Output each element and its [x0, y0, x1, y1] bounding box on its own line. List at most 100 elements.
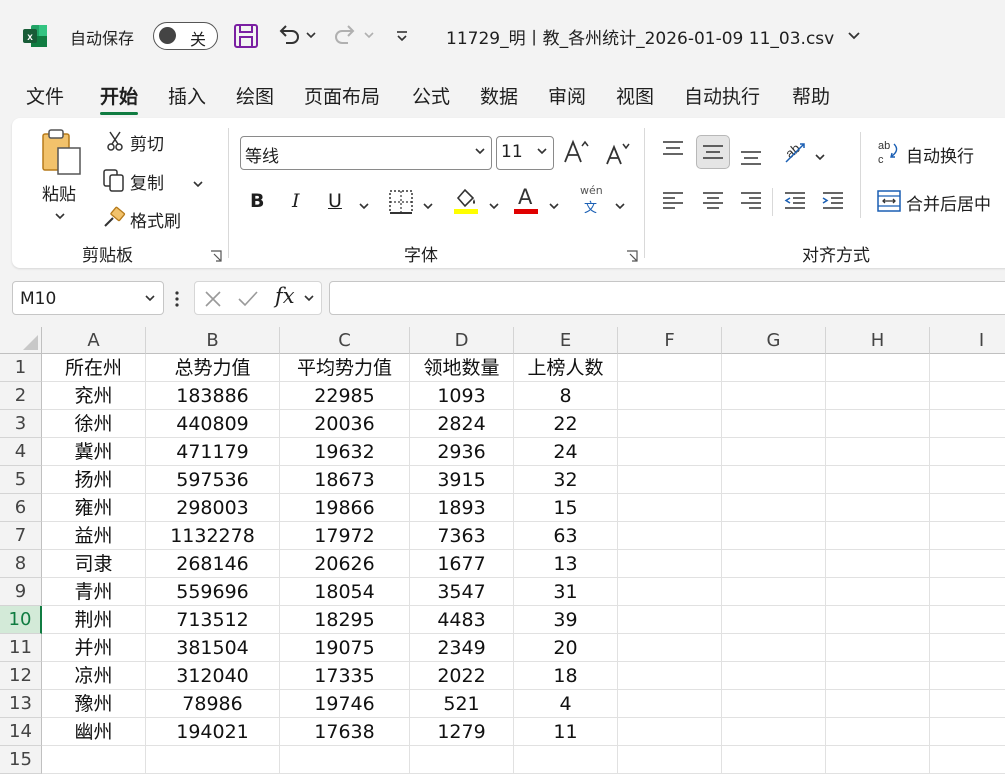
align-center-icon[interactable]	[700, 188, 726, 214]
row-header-6[interactable]: 6	[0, 494, 42, 522]
scissors-icon[interactable]	[104, 130, 126, 152]
copy-icon[interactable]	[102, 168, 126, 192]
clipboard-launcher-icon[interactable]	[210, 247, 222, 262]
font-name-select[interactable]: 等线	[240, 136, 492, 170]
cell-a9[interactable]: 青州	[42, 578, 146, 606]
more-options-icon[interactable]	[174, 289, 180, 309]
align-left-icon[interactable]	[660, 188, 686, 214]
cell-d5[interactable]: 3915	[410, 466, 514, 494]
cell-e9[interactable]: 31	[514, 578, 618, 606]
tab-draw[interactable]: 绘图	[236, 82, 274, 109]
select-all-corner[interactable]	[0, 327, 42, 354]
cell-c9[interactable]: 18054	[280, 578, 410, 606]
cell-a10[interactable]: 荆州	[42, 606, 146, 634]
cell-d14[interactable]: 1279	[410, 718, 514, 746]
column-header-a[interactable]: A	[42, 327, 146, 354]
cell-c8[interactable]: 20626	[280, 550, 410, 578]
format-painter-icon[interactable]	[102, 206, 126, 230]
borders-icon[interactable]	[388, 189, 414, 215]
cell-b4[interactable]: 471179	[146, 438, 280, 466]
font-size-select[interactable]: 11	[496, 136, 554, 170]
column-header-h[interactable]: H	[826, 327, 930, 354]
cell-i1[interactable]	[930, 354, 1005, 382]
wrap-text-icon[interactable]: ab c	[876, 138, 902, 166]
cell-c14[interactable]: 17638	[280, 718, 410, 746]
cell-a8[interactable]: 司隶	[42, 550, 146, 578]
cell-b9[interactable]: 559696	[146, 578, 280, 606]
cell-h3[interactable]	[826, 410, 930, 438]
cell-g8[interactable]	[722, 550, 826, 578]
tab-automate[interactable]: 自动执行	[684, 82, 760, 109]
middle-align-icon[interactable]	[696, 135, 730, 169]
cell-b10[interactable]: 713512	[146, 606, 280, 634]
cell-a7[interactable]: 益州	[42, 522, 146, 550]
cell-e1[interactable]: 上榜人数	[514, 354, 618, 382]
cell-b7[interactable]: 1132278	[146, 522, 280, 550]
merge-center-icon[interactable]	[876, 188, 902, 214]
cell-i6[interactable]	[930, 494, 1005, 522]
cell-a6[interactable]: 雍州	[42, 494, 146, 522]
cell-f15[interactable]	[618, 746, 722, 774]
cell-a11[interactable]: 并州	[42, 634, 146, 662]
cell-i10[interactable]	[930, 606, 1005, 634]
name-box[interactable]: M10	[12, 281, 164, 315]
decrease-indent-icon[interactable]	[782, 188, 808, 214]
cell-f3[interactable]	[618, 410, 722, 438]
cell-g6[interactable]	[722, 494, 826, 522]
cell-f6[interactable]	[618, 494, 722, 522]
cell-h7[interactable]	[826, 522, 930, 550]
row-header-2[interactable]: 2	[0, 382, 42, 410]
cell-h10[interactable]	[826, 606, 930, 634]
cell-f9[interactable]	[618, 578, 722, 606]
undo-dropdown-icon[interactable]	[305, 27, 317, 41]
cell-b5[interactable]: 597536	[146, 466, 280, 494]
column-header-b[interactable]: B	[146, 327, 280, 354]
column-header-d[interactable]: D	[410, 327, 514, 354]
underline-button[interactable]: U	[328, 190, 342, 212]
borders-dropdown-icon[interactable]	[422, 197, 434, 210]
row-header-3[interactable]: 3	[0, 410, 42, 438]
tab-view[interactable]: 视图	[616, 82, 654, 109]
cell-e2[interactable]: 8	[514, 382, 618, 410]
cell-g1[interactable]	[722, 354, 826, 382]
fill-color-dropdown-icon[interactable]	[488, 197, 500, 210]
row-header-7[interactable]: 7	[0, 522, 42, 550]
cell-b12[interactable]: 312040	[146, 662, 280, 690]
cut-button[interactable]: 剪切	[130, 130, 164, 155]
cell-h9[interactable]	[826, 578, 930, 606]
cell-i13[interactable]	[930, 690, 1005, 718]
cell-g4[interactable]	[722, 438, 826, 466]
tab-page-layout[interactable]: 页面布局	[304, 82, 380, 109]
cell-c1[interactable]: 平均势力值	[280, 354, 410, 382]
cell-g7[interactable]	[722, 522, 826, 550]
cell-g13[interactable]	[722, 690, 826, 718]
orientation-icon[interactable]: ab	[780, 136, 810, 166]
cell-a3[interactable]: 徐州	[42, 410, 146, 438]
row-header-8[interactable]: 8	[0, 550, 42, 578]
cell-h4[interactable]	[826, 438, 930, 466]
cell-d10[interactable]: 4483	[410, 606, 514, 634]
underline-dropdown-icon[interactable]	[358, 197, 370, 210]
cell-e6[interactable]: 15	[514, 494, 618, 522]
column-header-c[interactable]: C	[280, 327, 410, 354]
cell-g15[interactable]	[722, 746, 826, 774]
cell-g5[interactable]	[722, 466, 826, 494]
copy-dropdown-icon[interactable]	[192, 175, 204, 188]
confirm-icon[interactable]	[237, 289, 259, 309]
top-align-icon[interactable]	[660, 138, 686, 164]
tab-help[interactable]: 帮助	[792, 82, 830, 109]
wrap-text-button[interactable]: 自动换行	[906, 142, 974, 167]
cell-c5[interactable]: 18673	[280, 466, 410, 494]
bottom-align-icon[interactable]	[738, 140, 764, 166]
row-header-12[interactable]: 12	[0, 662, 42, 690]
cell-g12[interactable]	[722, 662, 826, 690]
cell-g3[interactable]	[722, 410, 826, 438]
cell-i9[interactable]	[930, 578, 1005, 606]
cell-i4[interactable]	[930, 438, 1005, 466]
cell-a15[interactable]	[42, 746, 146, 774]
cell-f14[interactable]	[618, 718, 722, 746]
cell-c13[interactable]: 19746	[280, 690, 410, 718]
align-right-icon[interactable]	[738, 188, 764, 214]
cell-d2[interactable]: 1093	[410, 382, 514, 410]
cell-b2[interactable]: 183886	[146, 382, 280, 410]
